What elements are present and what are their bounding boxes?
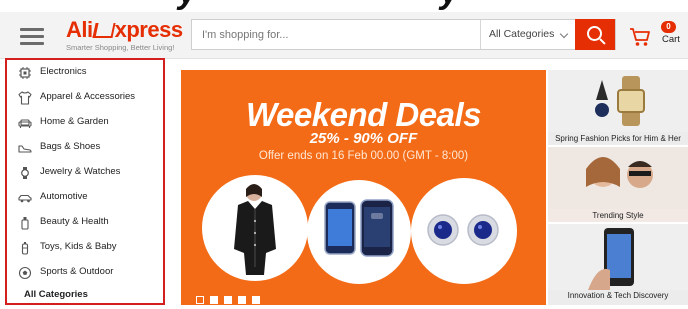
promo-caption: Innovation & Tech Discovery xyxy=(567,291,669,300)
sidebar-item-label: Apparel & Accessories xyxy=(40,91,136,102)
cropped-heading-glyphs: y xyxy=(178,0,197,12)
promo-spring-fashion[interactable]: Spring Fashion Picks for Him & Her xyxy=(548,70,688,145)
cart-icon xyxy=(630,28,650,46)
search-bar: All Categories xyxy=(191,19,616,50)
chip-icon xyxy=(19,67,31,79)
promo-caption: Spring Fashion Picks for Him & Her xyxy=(555,134,681,143)
car-icon xyxy=(18,194,32,203)
logo-tagline: Smarter Shopping, Better Living! xyxy=(66,43,175,52)
sidebar-item-label: Jewelry & Watches xyxy=(40,166,121,177)
sidebar-item-label: Toys, Kids & Baby xyxy=(40,241,117,252)
promo-image-models xyxy=(548,147,688,209)
banner-product-earrings xyxy=(411,178,517,284)
cropped-heading-glyphs-2: y xyxy=(440,0,459,12)
promo-trending-style[interactable]: Trending Style xyxy=(548,147,688,222)
sidebar-item-apparel[interactable]: Apparel & Accessories xyxy=(7,86,163,110)
site-logo[interactable]: Ali xpress Smarter Shopping, Better Livin… xyxy=(66,17,183,53)
cart-button[interactable]: 0 Cart xyxy=(627,20,685,52)
promo-image-watch xyxy=(548,70,688,132)
ball-icon xyxy=(18,266,32,280)
banner-offer-note: Offer ends on 16 Feb 00.00 (GMT - 8:00) xyxy=(258,150,469,162)
carousel-indicators xyxy=(196,291,266,304)
sidebar-item-automotive[interactable]: Automotive xyxy=(7,186,163,210)
sidebar-item-label: Automotive xyxy=(40,191,88,202)
carousel-dot[interactable] xyxy=(196,296,204,304)
banner-product-jacket xyxy=(202,175,308,281)
search-button[interactable] xyxy=(575,19,615,50)
sidebar-item-bags-shoes[interactable]: Bags & Shoes xyxy=(7,136,163,160)
cart-count-badge: 0 xyxy=(661,21,676,33)
carousel-dot[interactable] xyxy=(252,296,260,304)
logo-wordmark: Ali xpress xyxy=(66,17,183,42)
carousel-dot[interactable] xyxy=(224,296,232,304)
promo-innovation-tech[interactable]: Innovation & Tech Discovery xyxy=(548,224,688,305)
banner-product-phones xyxy=(307,180,411,284)
watch-icon xyxy=(21,167,29,179)
bottle-icon xyxy=(21,217,29,230)
sidebar-item-sports-outdoor[interactable]: Sports & Outdoor xyxy=(7,261,163,285)
banner-discount: 25% - 90% OFF xyxy=(309,130,418,147)
site-header: Ali xpress Smarter Shopping, Better Livin… xyxy=(0,12,688,59)
sidebar-item-toys-kids[interactable]: Toys, Kids & Baby xyxy=(7,236,163,260)
banner-title: Weekend Deals xyxy=(245,96,482,133)
promo-column: Spring Fashion Picks for Him & Her Trend… xyxy=(548,70,688,305)
category-select-value: All Categories xyxy=(489,28,555,40)
search-input[interactable] xyxy=(192,20,480,49)
sidebar-item-home-garden[interactable]: Home & Garden xyxy=(7,111,163,135)
sidebar-item-electronics[interactable]: Electronics xyxy=(7,61,163,85)
sofa-icon xyxy=(18,119,32,128)
promo-caption: Trending Style xyxy=(592,211,644,220)
shoe-icon xyxy=(18,145,32,153)
sidebar-item-beauty-health[interactable]: Beauty & Health xyxy=(7,211,163,235)
sidebar-item-label: Sports & Outdoor xyxy=(40,266,114,277)
sidebar-item-label: Bags & Shoes xyxy=(40,141,101,152)
category-select[interactable]: All Categories xyxy=(480,20,576,49)
sidebar-item-label: Beauty & Health xyxy=(40,216,109,227)
sidebar-item-jewelry-watches[interactable]: Jewelry & Watches xyxy=(7,161,163,185)
sidebar-item-label: Electronics xyxy=(40,66,87,77)
category-sidebar: Electronics Apparel & Accessories Home &… xyxy=(5,58,165,305)
sidebar-all-label: All Categories xyxy=(24,289,88,300)
sidebar-item-label: Home & Garden xyxy=(40,116,109,127)
carousel-dot[interactable] xyxy=(238,296,246,304)
hero-banner[interactable]: Weekend Deals 25% - 90% OFF Offer ends o… xyxy=(181,70,546,305)
cart-label: Cart xyxy=(662,34,680,45)
shirt-icon xyxy=(18,91,32,105)
logo-cart-icon xyxy=(92,23,116,38)
sidebar-item-all-categories[interactable]: All Categories xyxy=(7,285,163,309)
chevron-down-icon xyxy=(559,29,569,39)
baby-bottle-icon xyxy=(21,242,29,255)
cropped-heading-strip: y y xyxy=(0,0,688,12)
promo-image-phone xyxy=(548,224,688,290)
carousel-dot[interactable] xyxy=(210,296,218,304)
menu-icon[interactable] xyxy=(20,28,44,45)
